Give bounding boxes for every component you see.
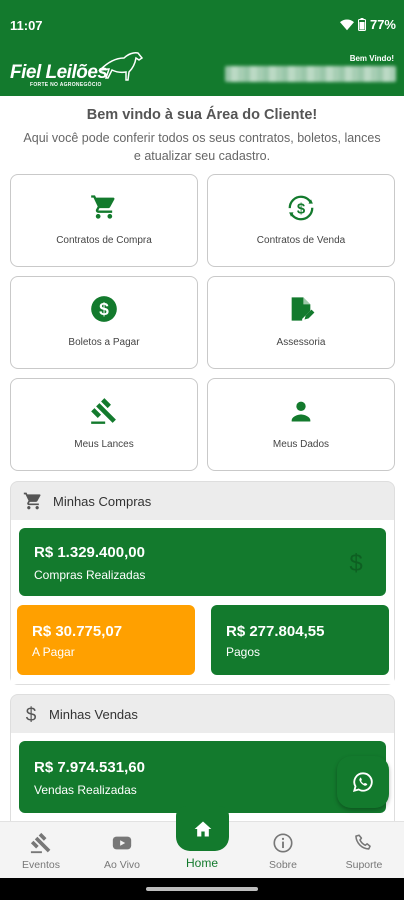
menu-card-assessoria[interactable]: Assessoria [207,276,395,369]
menu-card-meus-lances[interactable]: Meus Lances [10,378,198,471]
a-pagar-tile[interactable]: R$ 30.775,07 A Pagar [17,605,195,675]
menu-card-label: Contratos de Compra [56,235,152,246]
menu-card-contratos-venda[interactable]: $ Contratos de Venda [207,174,395,267]
dollar-icon: $ [349,550,362,576]
amount-label: Pagos [226,645,261,659]
svg-text:$: $ [297,201,306,218]
amount-value: R$ 277.804,55 [226,623,325,640]
gesture-handle[interactable] [146,887,258,891]
cart-icon [91,195,115,219]
amount-value: R$ 1.329.400,00 [34,544,145,561]
menu-card-meus-dados[interactable]: Meus Dados [207,378,395,471]
nav-label: Suporte [345,859,383,871]
status-time: 11:07 [10,18,43,33]
menu-card-label: Meus Dados [272,439,330,450]
logo-text: Fiel Leilões [10,62,108,83]
page-subtitle: Aqui você pode conferir todos os seus co… [23,131,381,163]
logo-subtext: FORTE NO AGRONEGÓCIO [30,82,102,88]
amount-label: Compras Realizadas [34,568,146,582]
section-header: $ Minhas Vendas [11,695,394,733]
whatsapp-icon [352,772,373,793]
menu-card-label: Assessoria [276,337,326,348]
page-title: Bem vindo à sua Área do Cliente! [86,107,318,123]
amount-value: R$ 30.775,07 [32,623,123,640]
dollar-circle-icon: $ [91,296,117,322]
user-name-blurred [225,66,396,82]
currency-exchange-icon: $ [288,195,314,221]
menu-card-boletos[interactable]: $ Boletos a Pagar [10,276,198,369]
nav-item-suporte[interactable]: Suporte [329,822,399,879]
gavel-icon [30,832,51,854]
battery-level: 77% [369,17,396,32]
nav-item-ao-vivo[interactable]: Ao Vivo [87,822,157,879]
amount-label: Vendas Realizadas [34,783,137,797]
person-icon [291,401,311,422]
status-icons: 77% [339,17,396,32]
svg-text:$: $ [99,299,109,319]
welcome-label: Bem Vindo! [349,54,394,63]
amount-value: R$ 7.974.531,60 [34,759,145,776]
svg-text:$: $ [26,705,37,724]
section-title: Minhas Compras [53,493,152,509]
vendas-realizadas-tile[interactable]: R$ 7.974.531,60 Vendas Realizadas [19,741,386,813]
nav-label: Sobre [268,859,298,871]
menu-card-label: Boletos a Pagar [68,337,140,348]
nav-label: Eventos [22,859,60,871]
battery-icon [357,18,366,31]
nav-item-eventos[interactable]: Eventos [6,822,76,879]
section-title: Minhas Vendas [49,706,138,722]
nav-item-home[interactable] [176,806,229,851]
nav-label-home: Home [185,856,218,870]
section-minhas-compras: Minhas Compras R$ 1.329.400,00 Compras R… [10,481,395,685]
whatsapp-button[interactable] [337,756,389,808]
menu-card-contratos-compra[interactable]: Contratos de Compra [10,174,198,267]
phone-icon [355,834,371,850]
nav-item-sobre[interactable]: Sobre [248,822,318,879]
menu-card-label: Contratos de Venda [256,235,346,246]
document-edit-icon [291,297,315,321]
cart-icon [23,492,41,510]
pagos-tile[interactable]: R$ 277.804,55 Pagos [211,605,389,675]
status-bar: 11:07 77% [0,0,404,48]
youtube-icon [112,836,132,850]
compras-realizadas-tile[interactable]: R$ 1.329.400,00 Compras Realizadas $ [19,528,386,596]
system-navigation-area [0,878,404,900]
wifi-icon [339,18,354,30]
section-header: Minhas Compras [11,482,394,520]
company-logo[interactable]: Fiel Leilões FORTE NO AGRONEGÓCIO [10,48,144,92]
nav-label: Ao Vivo [104,859,140,871]
dollar-icon: $ [26,705,37,724]
amount-label: A Pagar [32,645,75,659]
menu-card-label: Meus Lances [74,439,134,450]
app-header: Fiel Leilões FORTE NO AGRONEGÓCIO Bem Vi… [0,48,404,96]
svg-text:$: $ [349,550,362,576]
info-icon [273,833,293,853]
app-screen: 11:07 77% Fiel Leilões FORTE NO AGRONEGÓ… [0,0,404,900]
gavel-icon [91,398,116,424]
home-icon [194,821,211,836]
